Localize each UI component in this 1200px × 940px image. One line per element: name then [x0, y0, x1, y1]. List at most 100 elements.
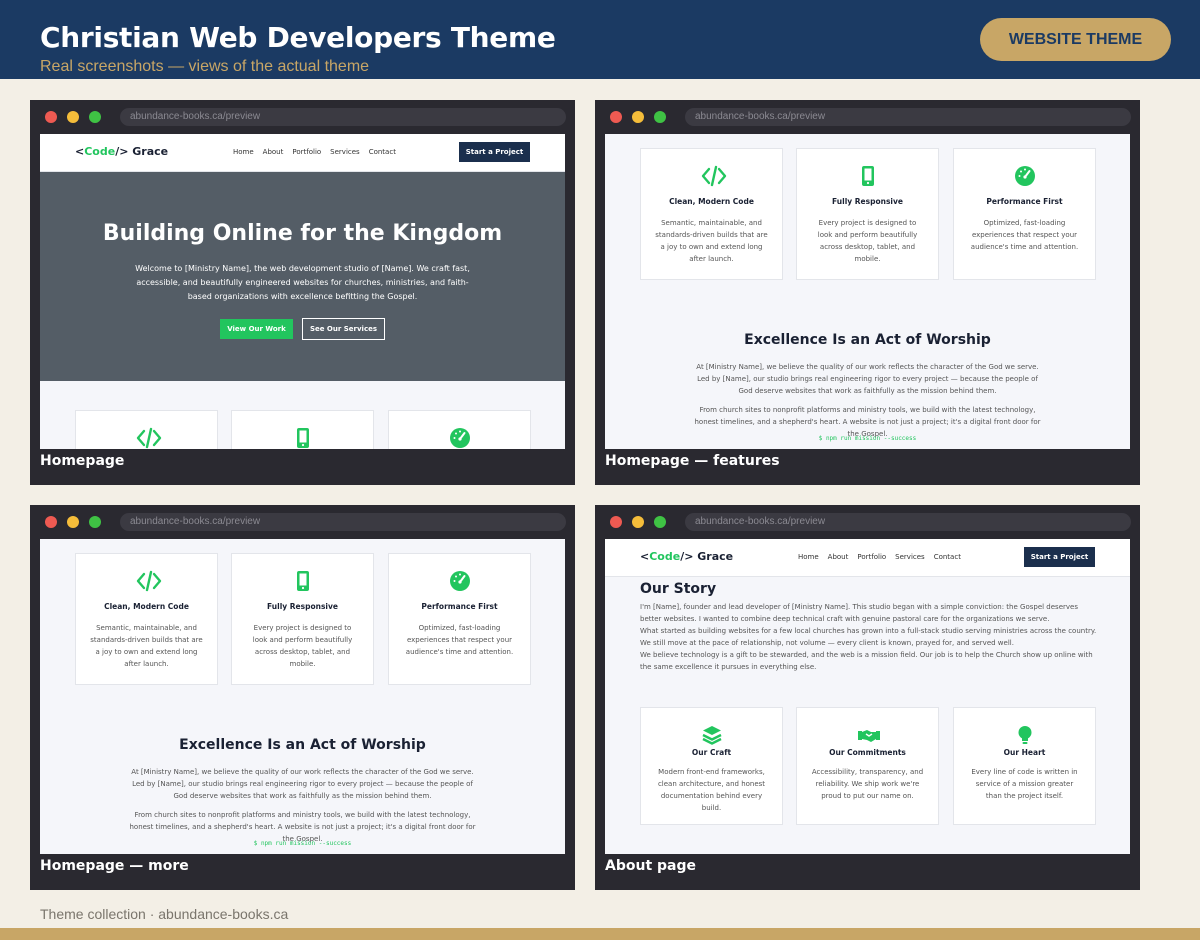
- footer-note: Theme collection · abundance-books.ca: [40, 906, 289, 922]
- worship-title: Excellence Is an Act of Worship: [179, 737, 426, 753]
- story-title: Our Story: [640, 581, 717, 597]
- story-paragraph-3: We believe technology is a gift to be st…: [640, 651, 1093, 671]
- feature-card-responsive: [231, 410, 374, 449]
- feature-text: Optimized, fast-loading experiences that…: [405, 624, 514, 656]
- maximize-dot-icon: [654, 111, 666, 123]
- address-bar: abundance-books.ca/preview: [685, 108, 1131, 126]
- logo-suffix: /> Grace: [115, 145, 169, 158]
- feature-title: Fully Responsive: [832, 197, 903, 206]
- nav-contact[interactable]: Contact: [934, 553, 961, 561]
- worship-title: Excellence Is an Act of Worship: [744, 332, 991, 348]
- site-navbar: <Code/> Grace Home About Portfolio Services…: [605, 539, 1130, 577]
- worship-paragraph-1: At [Ministry Name], we believe the quali…: [696, 363, 1039, 395]
- minimize-dot-icon: [67, 516, 79, 528]
- logo-bracket: <: [75, 145, 85, 158]
- value-card-craft: Our Craft Modern front-end frameworks, c…: [640, 707, 783, 825]
- code-icon: [701, 165, 727, 187]
- hero-text: Welcome to [Ministry Name], the web deve…: [135, 264, 470, 301]
- value-title: Our Commitments: [829, 748, 906, 757]
- feature-title: Clean, Modern Code: [104, 602, 189, 611]
- page-title: Christian Web Developers Theme: [40, 21, 556, 54]
- value-text: Modern front-end frameworks, clean archi…: [657, 768, 766, 812]
- start-project-button[interactable]: Start a Project: [1024, 547, 1095, 567]
- feature-title: Fully Responsive: [267, 602, 338, 611]
- maximize-dot-icon: [654, 516, 666, 528]
- feature-text: Semantic, maintainable, and standards-dr…: [655, 219, 768, 263]
- logo-code: Code: [649, 550, 681, 563]
- value-card-heart: Our Heart Every line of code is written …: [953, 707, 1096, 825]
- footer-accent-bar: [0, 928, 1200, 940]
- close-dot-icon: [45, 516, 57, 528]
- nav-services[interactable]: Services: [895, 553, 925, 561]
- nav-about[interactable]: About: [263, 148, 284, 156]
- site-navbar: <Code/> Grace Home About Portfolio Services…: [40, 134, 565, 172]
- page-header: Christian Web Developers Theme Real scre…: [0, 0, 1200, 79]
- screenshot-card-about: abundance-books.ca/preview <Code/> Grace…: [595, 505, 1140, 890]
- feature-card-performance: [388, 410, 531, 449]
- logo-bracket: <: [640, 550, 650, 563]
- feature-card-responsive: Fully Responsive Every project is design…: [796, 148, 939, 280]
- screenshot-card-features: abundance-books.ca/preview Clean, Modern…: [595, 100, 1140, 485]
- nav-home[interactable]: Home: [233, 148, 254, 156]
- nav-home[interactable]: Home: [798, 553, 819, 561]
- nav-about[interactable]: About: [828, 553, 849, 561]
- screenshot-card-homepage: abundance-books.ca/preview <Code/> Grace…: [30, 100, 575, 485]
- nav-services[interactable]: Services: [330, 148, 360, 156]
- feature-text: Every project is designed to look and pe…: [252, 624, 353, 668]
- value-text: Every line of code is written in service…: [971, 768, 1078, 800]
- worship-section: Excellence Is an Act of Worship: [40, 737, 565, 753]
- code-icon: [136, 570, 162, 592]
- site-logo[interactable]: <Code/> Grace: [640, 550, 733, 563]
- hero-title: Building Online for the Kingdom: [102, 221, 503, 246]
- logo-suffix: /> Grace: [680, 550, 734, 563]
- value-card-commitments: Our Commitments Accessibility, transpare…: [796, 707, 939, 825]
- feature-card-performance: Performance First Optimized, fast-loadin…: [953, 148, 1096, 280]
- nav-portfolio[interactable]: Portfolio: [857, 553, 886, 561]
- code-line: $ npm run mission --success: [818, 435, 917, 442]
- maximize-dot-icon: [89, 516, 101, 528]
- minimize-dot-icon: [632, 516, 644, 528]
- story-paragraph-2: What started as building websites for a …: [640, 627, 1097, 647]
- page-subtitle: Real screenshots — views of the actual t…: [40, 58, 370, 75]
- nav-contact[interactable]: Contact: [369, 148, 396, 156]
- value-title: Our Craft: [691, 748, 732, 757]
- feature-card-responsive: Fully Responsive Every project is design…: [231, 553, 374, 685]
- website-theme-button[interactable]: WEBSITE THEME: [980, 18, 1171, 61]
- caption-homepage: Homepage: [40, 453, 125, 469]
- address-bar: abundance-books.ca/preview: [120, 108, 566, 126]
- layers-icon: [702, 726, 722, 745]
- worship-paragraph-1: At [Ministry Name], we believe the quali…: [131, 768, 474, 800]
- close-dot-icon: [45, 111, 57, 123]
- worship-section: Excellence Is an Act of Worship: [605, 332, 1130, 348]
- screenshot-viewport: Clean, Modern Code Semantic, maintainabl…: [40, 539, 565, 854]
- feature-card-code: Clean, Modern Code Semantic, maintainabl…: [75, 553, 218, 685]
- site-nav-links: Home About Portfolio Services Contact: [233, 148, 405, 156]
- gauge-icon: [450, 571, 470, 591]
- feature-title: Performance First: [986, 197, 1063, 206]
- gauge-icon: [1015, 166, 1035, 186]
- see-services-button[interactable]: See Our Services: [302, 318, 385, 340]
- address-bar: abundance-books.ca/preview: [120, 513, 566, 531]
- handshake-icon: [858, 730, 880, 742]
- site-logo[interactable]: <Code/> Grace: [75, 145, 168, 158]
- feature-title: Performance First: [421, 602, 498, 611]
- feature-text: Every project is designed to look and pe…: [817, 219, 918, 263]
- screenshot-viewport: <Code/> Grace Home About Portfolio Services…: [40, 134, 565, 449]
- address-bar: abundance-books.ca/preview: [685, 513, 1131, 531]
- value-text: Accessibility, transparency, and reliabi…: [811, 768, 924, 800]
- close-dot-icon: [610, 111, 622, 123]
- site-nav-links: Home About Portfolio Services Contact: [798, 553, 970, 561]
- code-line: $ npm run mission --success: [253, 840, 352, 847]
- lightbulb-icon: [1018, 726, 1032, 744]
- feature-text: Optimized, fast-loading experiences that…: [970, 219, 1079, 251]
- screenshot-viewport: <Code/> Grace Home About Portfolio Services…: [605, 539, 1130, 854]
- start-project-button[interactable]: Start a Project: [459, 142, 530, 162]
- view-work-button[interactable]: View Our Work: [220, 319, 293, 339]
- feature-title: Clean, Modern Code: [669, 197, 754, 206]
- feature-card-code: [75, 410, 218, 449]
- nav-portfolio[interactable]: Portfolio: [292, 148, 321, 156]
- minimize-dot-icon: [632, 111, 644, 123]
- minimize-dot-icon: [67, 111, 79, 123]
- value-title: Our Heart: [1003, 748, 1046, 757]
- story-paragraph-1: I'm [Name], founder and lead developer o…: [640, 603, 1078, 623]
